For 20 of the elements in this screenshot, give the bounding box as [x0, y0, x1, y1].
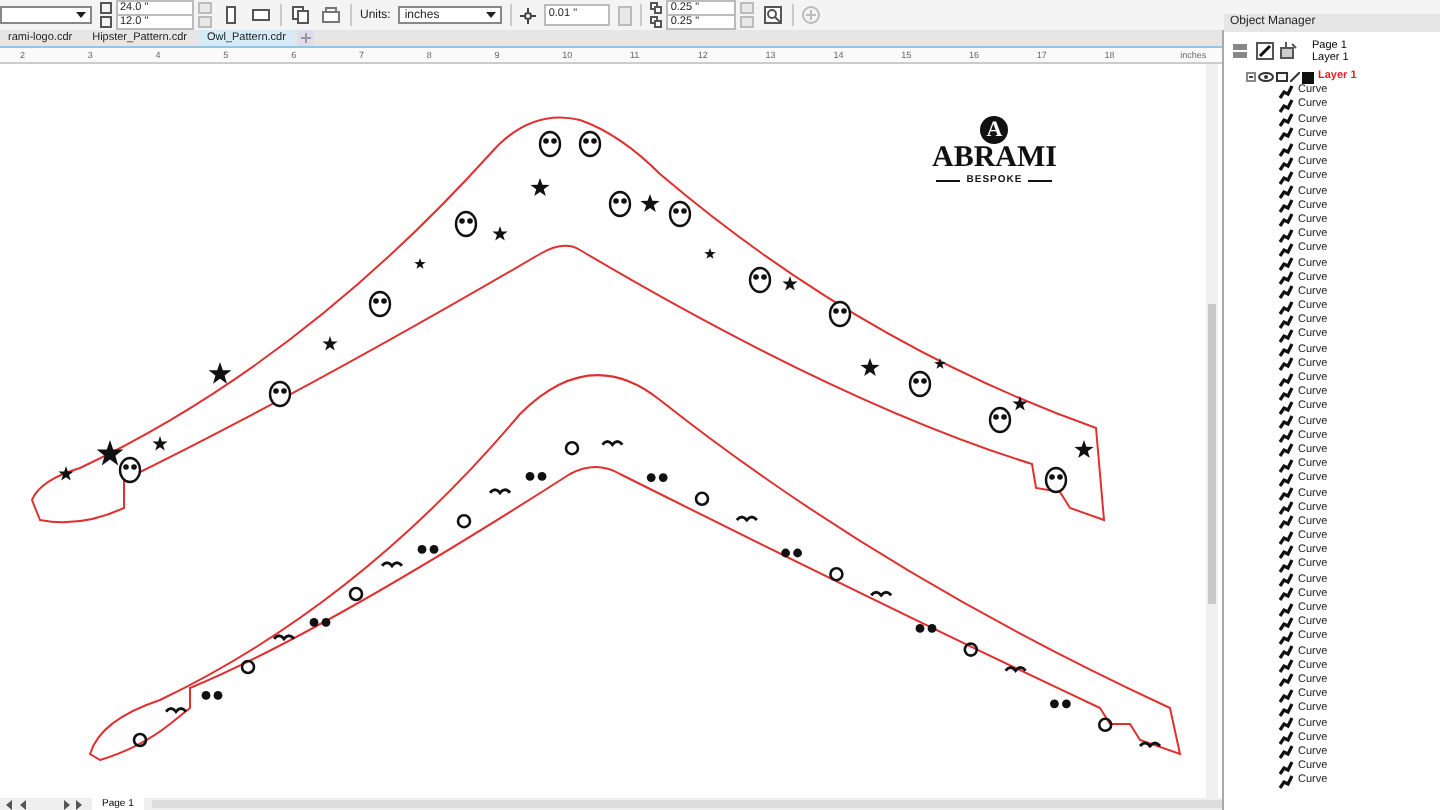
preset-dropdown[interactable]: [0, 6, 92, 24]
eye-icon: [1258, 72, 1274, 83]
landscape-icon[interactable]: [250, 4, 272, 26]
scrollbar-thumb[interactable]: [1208, 304, 1216, 604]
vertical-scrollbar[interactable]: [1206, 64, 1218, 798]
expander[interactable]: [1246, 72, 1256, 83]
logo-mark: A: [980, 116, 1009, 144]
logo-title: ABRAMI: [932, 144, 1057, 174]
layer-manager-icon[interactable]: [1278, 40, 1300, 62]
edit-layer-icon[interactable]: [1254, 40, 1276, 62]
page-navigation-icon: [4, 799, 84, 809]
nudge-icon: [520, 7, 537, 23]
zoom-page-icon[interactable]: [762, 4, 785, 26]
caret-icon: [486, 12, 497, 18]
caret-icon: [76, 12, 86, 18]
page-layout-icon[interactable]: [320, 4, 342, 26]
add-icon: [802, 6, 821, 24]
pages-icon[interactable]: [290, 4, 312, 26]
portrait-icon[interactable]: [220, 4, 242, 26]
layer-color-icon: [1302, 71, 1314, 84]
